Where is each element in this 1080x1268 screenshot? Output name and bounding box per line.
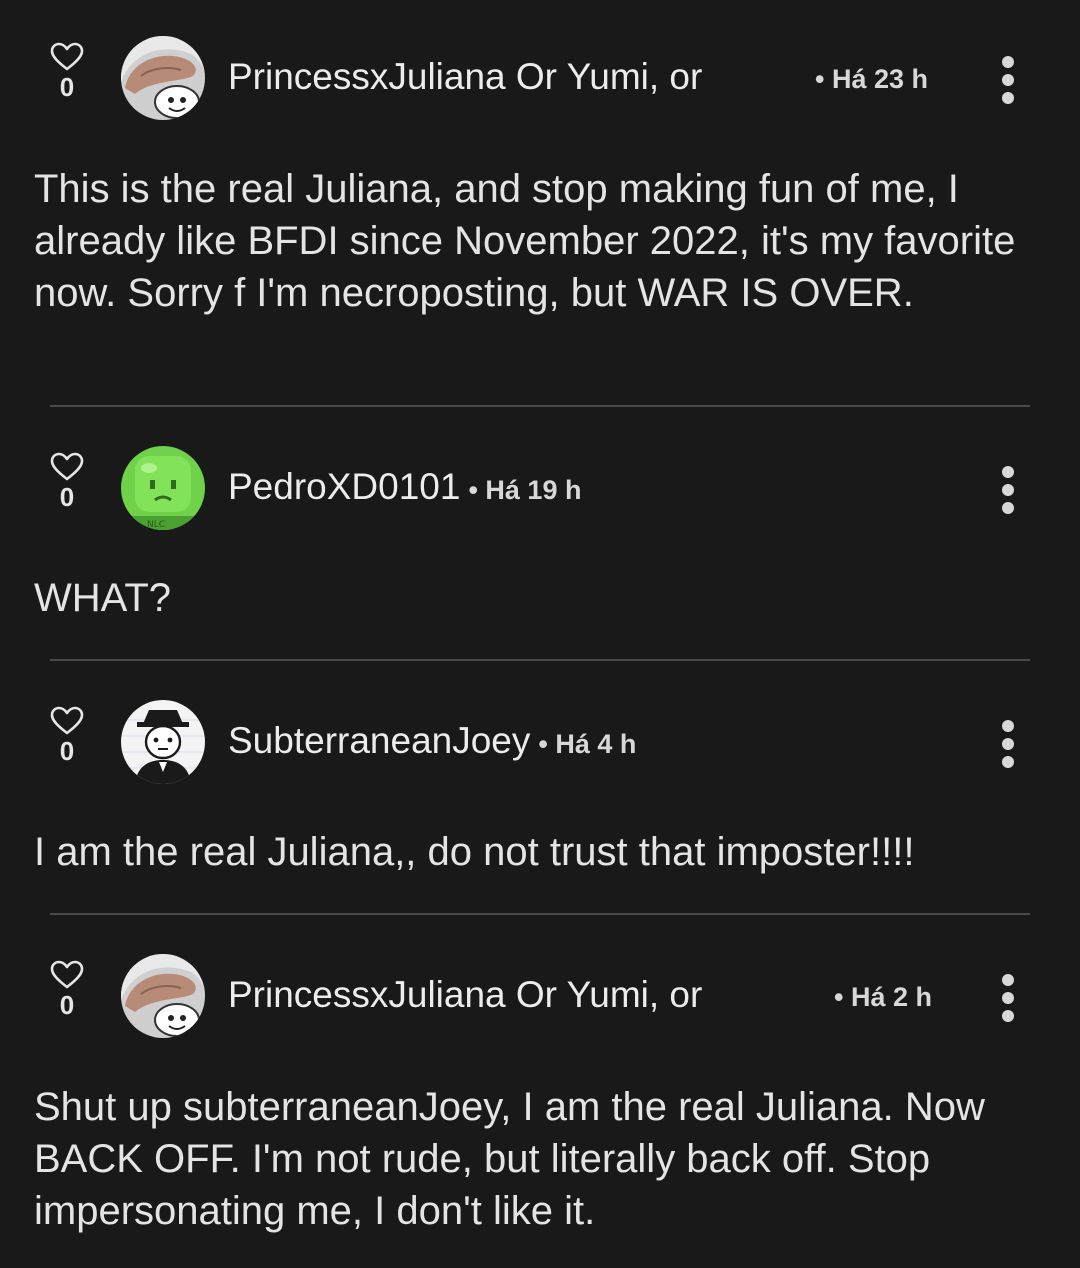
divider: [50, 659, 1030, 661]
more-options-button[interactable]: [996, 720, 1020, 774]
timestamp: • Há 4 h: [538, 729, 637, 759]
like-button[interactable]: 0: [48, 452, 86, 512]
like-button[interactable]: 0: [48, 42, 86, 102]
like-button[interactable]: 0: [48, 706, 86, 766]
vertical-dots-icon: [996, 466, 1020, 514]
author-name[interactable]: SubterraneanJoey: [228, 720, 530, 762]
like-button[interactable]: 0: [48, 960, 86, 1020]
svg-text:NLC: NLC: [147, 520, 165, 530]
hand-avatar-image: [121, 36, 205, 120]
author-line: SubterraneanJoey • Há 4 h: [228, 720, 636, 762]
divider: [50, 405, 1030, 407]
avatar[interactable]: NLC: [121, 446, 205, 530]
heart-outline-icon: [50, 706, 84, 735]
vertical-dots-icon: [996, 720, 1020, 768]
comment-text: Shut up subterraneanJoey, I am the real …: [34, 1085, 985, 1233]
heart-outline-icon: [50, 452, 84, 481]
avatar[interactable]: [121, 700, 205, 784]
comment-text: This is the real Juliana, and stop makin…: [34, 167, 1016, 315]
author-name[interactable]: PrincessxJuliana Or Yumi, or: [228, 974, 702, 1016]
avatar[interactable]: [121, 954, 205, 1038]
timestamp: • Há 2 h: [834, 982, 932, 1012]
author-name[interactable]: PrincessxJuliana Or Yumi, or: [228, 56, 702, 98]
hand-avatar-image: [121, 954, 205, 1038]
timestamp: • Há 23 h: [815, 64, 928, 94]
divider: [50, 913, 1030, 915]
heart-outline-icon: [50, 960, 84, 989]
like-count: 0: [59, 736, 75, 766]
comment-text: WHAT?: [34, 576, 172, 620]
avatar[interactable]: [121, 36, 205, 120]
vertical-dots-icon: [996, 56, 1020, 104]
comment-text: I am the real Juliana,, do not trust tha…: [34, 830, 915, 874]
more-options-button[interactable]: [996, 974, 1020, 1028]
author-line: PrincessxJuliana Or Yumi, or: [228, 974, 702, 1016]
like-count: 0: [59, 482, 75, 512]
author-line: PedroXD0101 • Há 19 h: [228, 466, 581, 508]
like-count: 0: [59, 990, 75, 1020]
more-options-button[interactable]: [996, 56, 1020, 110]
more-options-button[interactable]: [996, 466, 1020, 520]
vertical-dots-icon: [996, 974, 1020, 1022]
heart-outline-icon: [50, 42, 84, 71]
sketch-avatar-image: [121, 700, 205, 784]
author-line: PrincessxJuliana Or Yumi, or: [228, 56, 702, 98]
green-blob-avatar-image: NLC: [121, 446, 205, 530]
author-name[interactable]: PedroXD0101: [228, 466, 460, 508]
like-count: 0: [59, 72, 75, 102]
timestamp: • Há 19 h: [468, 475, 582, 505]
